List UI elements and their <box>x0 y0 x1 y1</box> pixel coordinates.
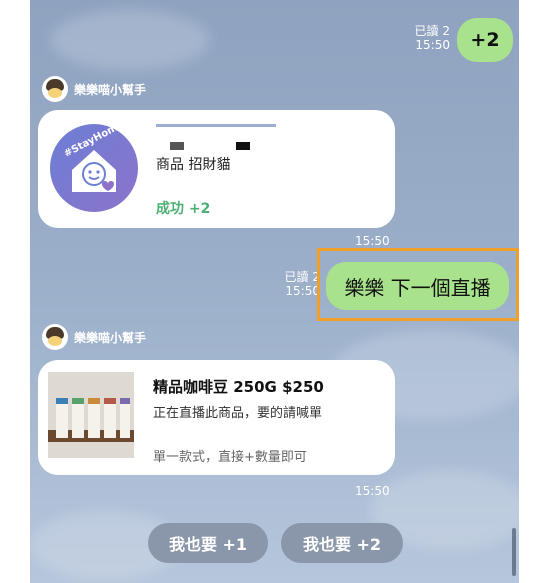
redacted-line <box>156 124 276 127</box>
read-status: 已讀 2 <box>414 24 450 38</box>
product-description: 正在直播此商品，要的請喊單 <box>153 406 323 421</box>
message-time: 15:50 <box>355 484 390 498</box>
message-text: +2 <box>470 29 500 51</box>
redacted-block <box>170 142 184 150</box>
message-meta: 已讀 2 15:50 <box>270 270 320 298</box>
quick-reply-label: 我也要 +1 <box>168 535 248 554</box>
message-text: 樂樂 下一個直播 <box>344 275 491 300</box>
order-card[interactable]: #StayHome 商品 招財貓 成功 +2 <box>38 110 395 228</box>
coffee-product-image <box>48 372 134 458</box>
scrollbar-thumb[interactable] <box>512 528 516 576</box>
order-status: 成功 +2 <box>156 201 211 217</box>
bot-avatar[interactable] <box>42 324 68 350</box>
redacted-block <box>236 142 250 150</box>
quick-reply-plus2-button[interactable]: 我也要 +2 <box>281 523 403 563</box>
sender-name: 樂樂喵小幫手 <box>74 82 147 97</box>
product-name: 商品 招財貓 <box>156 157 231 173</box>
order-instruction: 單一款式，直接+數量即可 <box>153 450 307 465</box>
read-status: 已讀 2 <box>284 270 320 284</box>
message-meta: 已讀 2 15:50 <box>390 24 450 52</box>
quick-reply-plus1-button[interactable]: 我也要 +1 <box>148 523 268 563</box>
sender-row: 樂樂喵小幫手 <box>42 76 146 102</box>
stayhome-badge: #StayHome <box>50 119 138 212</box>
message-time: 15:50 <box>415 38 450 52</box>
sender-name: 樂樂喵小幫手 <box>74 330 147 345</box>
bot-avatar[interactable] <box>42 76 68 102</box>
message-time: 15:50 <box>285 284 320 298</box>
product-card[interactable]: 精品咖啡豆 250G $250 正在直播此商品，要的請喊單 單一款式，直接+數量… <box>38 360 395 475</box>
sender-row: 樂樂喵小幫手 <box>42 324 146 350</box>
outgoing-message[interactable]: 樂樂 下一個直播 <box>326 262 509 310</box>
chat-window: 已讀 2 15:50 +2 樂樂喵小幫手 #StayHome 商品 招財貓 成功… <box>30 0 519 583</box>
outgoing-message[interactable]: +2 <box>457 18 513 62</box>
product-title: 精品咖啡豆 250G $250 <box>153 378 324 396</box>
message-time: 15:50 <box>355 234 390 248</box>
quick-reply-label: 我也要 +2 <box>302 535 382 554</box>
